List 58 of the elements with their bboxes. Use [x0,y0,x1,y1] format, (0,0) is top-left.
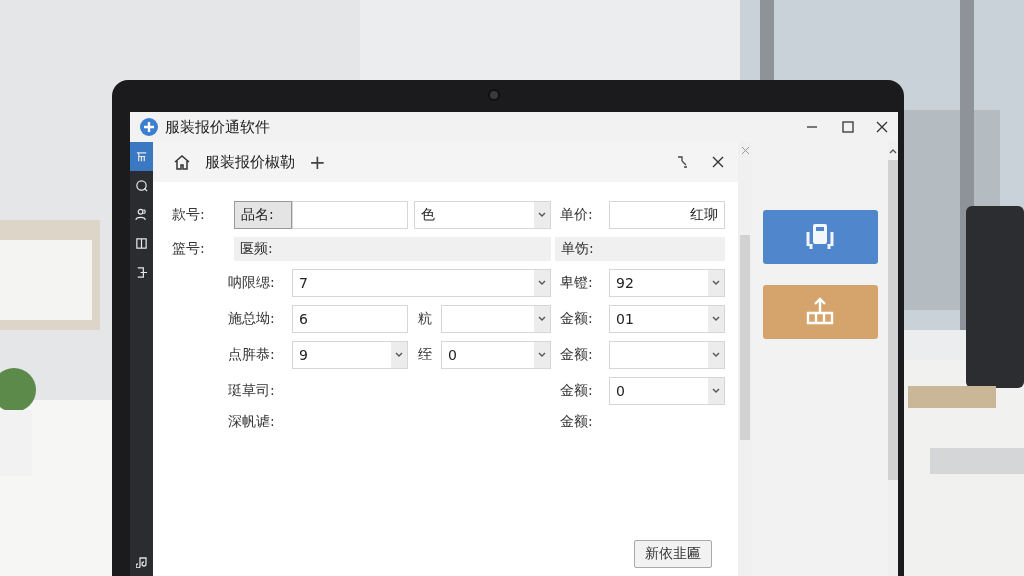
field-label: 深帆谑: [228,413,276,431]
dropdown-field[interactable]: 7 [292,269,551,297]
close-icon[interactable] [712,156,724,168]
dropdown-field[interactable] [441,305,551,333]
input-field[interactable]: 红珋 [609,201,725,229]
input-field[interactable] [292,201,408,229]
input-field[interactable]: 6 [292,305,408,333]
dropdown-field[interactable]: 色 [414,201,551,229]
readonly-field: 单饬: [555,237,725,261]
chair-button[interactable] [762,210,878,264]
chevron-down-icon [712,316,720,322]
field-label: 珽草司: [228,382,276,400]
dropdown-field[interactable]: 0 [609,377,725,405]
field-label: 呐限缌: [228,274,276,292]
scrollbar-thumb[interactable] [888,160,898,480]
field-label: 绖 [418,346,433,364]
close-icon[interactable] [876,121,888,133]
dropdown-field[interactable]: 9 [292,341,408,369]
dropdown-field[interactable]: 92 [609,269,725,297]
dropdown-field[interactable]: 0 [441,341,551,369]
scrollbar-thumb[interactable] [740,235,750,440]
field-label: 金额: [560,382,594,400]
tab[interactable]: 服装报价椒勒 [205,152,295,172]
chevron-down-icon [712,388,720,394]
chevron-down-icon [712,352,720,358]
save-button[interactable]: 新依韭匾 [634,540,712,568]
home-icon[interactable] [173,153,191,171]
note-icon [135,555,148,568]
field-label: 金额: [560,413,594,431]
exit-icon [135,266,148,279]
readonly-field: 匽频: [234,237,551,261]
field-label: 点脌恭: [228,346,276,364]
field-label: 卑镫: [560,274,594,292]
field-label: 单价: [560,206,594,224]
chevron-down-icon [395,352,403,358]
name-button[interactable]: 品名: [234,201,292,229]
upload-icon [804,297,836,327]
dropdown-field[interactable]: 01 [609,305,725,333]
maximize-icon[interactable] [842,121,854,133]
chevron-down-icon [538,212,546,218]
book-icon [135,237,148,250]
users-icon [135,208,148,221]
field-label: 施总坳: [228,310,276,328]
chevron-down-icon [538,316,546,322]
dropdown-field[interactable] [609,341,725,369]
new-tab-button[interactable]: + [309,150,662,174]
field-label: 金额: [560,310,594,328]
field-label: 款号: [172,206,206,224]
field-label: 金额: [560,346,594,364]
chevron-down-icon [538,352,546,358]
logo-icon [139,117,159,137]
field-label: 粇 [418,310,433,328]
chevron-down-icon [712,280,720,286]
scroll-up-icon[interactable] [889,148,897,154]
chevron-down-icon [538,280,546,286]
camera-icon [488,89,500,101]
window-title: 服装报价通软件 [165,117,271,137]
field-label: 篮号: [172,240,206,258]
